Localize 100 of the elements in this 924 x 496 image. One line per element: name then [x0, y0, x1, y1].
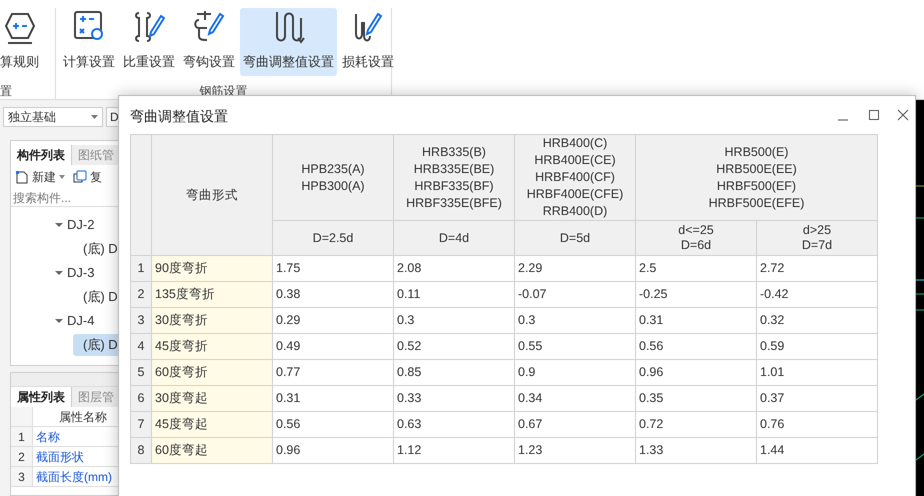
row-number: 7: [130, 412, 152, 438]
close-icon[interactable]: [897, 109, 909, 121]
table-cell: 2.29: [514, 256, 636, 282]
table-cell: 0.31: [272, 386, 394, 412]
table-cell: 135度弯折: [152, 282, 272, 308]
rebar-pencil-icon: [352, 10, 384, 44]
caret-icon: [59, 175, 65, 179]
table-cell: 0.77: [272, 360, 394, 386]
row-number: 4: [130, 334, 152, 360]
row-number: 3: [130, 308, 152, 334]
table-cell: 0.52: [394, 334, 514, 360]
table-cell: 90度弯折: [152, 256, 272, 282]
row-number: 1: [130, 256, 152, 282]
property-name: 截面长度(mm): [35, 469, 112, 486]
table-cell: 0.38: [272, 282, 394, 308]
ribbon-button[interactable]: 计算设置: [60, 8, 118, 76]
column-header: d>25 D=7d: [756, 220, 878, 256]
expanded-caret-icon[interactable]: [55, 221, 63, 229]
tree-item[interactable]: DJ-4: [67, 311, 94, 331]
table-cell: 0.85: [394, 360, 514, 386]
table-cell: 2.5: [636, 256, 756, 282]
maximize-icon[interactable]: [868, 109, 880, 121]
ribbon-button[interactable]: 算规则: [0, 8, 42, 76]
tree-item[interactable]: DJ-3: [67, 263, 94, 283]
row-number: 3: [11, 467, 33, 486]
table-cell: 0.96: [636, 360, 756, 386]
property-name: 截面形状: [35, 449, 84, 466]
group-label: 置: [0, 83, 12, 100]
expanded-caret-icon[interactable]: [55, 269, 63, 277]
table-cell: 0.59: [756, 334, 878, 360]
caret-icon: [91, 115, 98, 119]
ribbon-button[interactable]: 弯钩设置: [180, 8, 238, 76]
new-file-icon: [15, 170, 29, 184]
column-header: HPB235(A) HPB300(A): [272, 134, 394, 220]
table-cell: 0.31: [636, 308, 756, 334]
table-cell: 0.9: [514, 360, 636, 386]
ribbon-button[interactable]: 损耗设置: [339, 8, 397, 76]
row-number: 8: [130, 438, 152, 464]
table-cell: 0.49: [272, 334, 394, 360]
column-header: D=2.5d: [272, 220, 394, 256]
search-field[interactable]: 搜索构件...: [13, 189, 127, 207]
rebar-pencil-icon: [133, 10, 165, 44]
ribbon-button[interactable]: 比重设置: [120, 8, 178, 76]
table-cell: -0.42: [756, 282, 878, 308]
table-cell: 2.08: [394, 256, 514, 282]
panel-tab[interactable]: 属性列表: [11, 387, 72, 407]
table-cell: -0.25: [636, 282, 756, 308]
column-header: HRB400(C) HRB400E(CE) HRBF400(CF) HRBF400E(CFE) RRB400(D): [514, 134, 636, 220]
table-cell: 0.35: [636, 386, 756, 412]
table-cell: 45度弯起: [152, 412, 272, 438]
table-cell: 0.76: [756, 412, 878, 438]
table-cell: 1.23: [514, 438, 636, 464]
column-header: D=4d: [394, 220, 514, 256]
column-header: D=5d: [514, 220, 636, 256]
panel-tab[interactable]: 构件列表: [11, 145, 72, 165]
property-name: 名称: [35, 429, 60, 446]
table-cell: 0.56: [272, 412, 394, 438]
table-cell: 0.11: [394, 282, 514, 308]
hook-pencil-icon: [193, 10, 225, 44]
column-header: HRB335(B) HRB335E(BE) HRBF335(BF) HRBF335E(BFE): [394, 134, 514, 220]
table-cell: 1.12: [394, 438, 514, 464]
table-cell: 0.55: [514, 334, 636, 360]
table-cell: 0.37: [756, 386, 878, 412]
dialog-title: 弯曲调整值设置: [130, 106, 229, 126]
table-cell: 0.72: [636, 412, 756, 438]
row-number: 5: [130, 360, 152, 386]
table-cell: 1.33: [636, 438, 756, 464]
table-cell: 0.96: [272, 438, 394, 464]
column-header: HRB500(E) HRB500E(EE) HRBF500(EF) HRBF500E(EFE): [636, 134, 878, 220]
table-cell: 60度弯折: [152, 360, 272, 386]
column-header: d<=25 D=6d: [636, 220, 756, 256]
expanded-caret-icon[interactable]: [55, 317, 63, 325]
table-cell: 0.32: [756, 308, 878, 334]
toolbar-button[interactable]: 新建: [15, 168, 65, 186]
table-cell: 60度弯起: [152, 438, 272, 464]
table-cell: 0.63: [394, 412, 514, 438]
table-cell: 0.34: [514, 386, 636, 412]
table-cell: 0.3: [514, 308, 636, 334]
copy-icon: [73, 170, 87, 184]
table-cell: -0.07: [514, 282, 636, 308]
column-header: 弯曲形式: [152, 134, 272, 256]
row-number: 1: [11, 427, 33, 446]
tree-item[interactable]: DJ-2: [67, 215, 94, 235]
table-cell: 30度弯起: [152, 386, 272, 412]
ribbon-button[interactable]: 弯曲调整值设置: [240, 8, 337, 76]
table-cell: 1.01: [756, 360, 878, 386]
table-cell: 0.33: [394, 386, 514, 412]
type-dropdown[interactable]: 独立基础: [3, 107, 103, 127]
hexagon-icon: [4, 10, 36, 44]
table-cell: 0.3: [394, 308, 514, 334]
row-number: 6: [130, 386, 152, 412]
column-header: 属性名称: [58, 409, 107, 426]
table-cell: 0.56: [636, 334, 756, 360]
table-cell: 2.72: [756, 256, 878, 282]
table-cell: 0.67: [514, 412, 636, 438]
row-number: 2: [130, 282, 152, 308]
toolbar-button[interactable]: 复: [73, 168, 102, 186]
table-cell: 30度弯折: [152, 308, 272, 334]
table-cell: 0.29: [272, 308, 394, 334]
table-cell: 45度弯折: [152, 334, 272, 360]
